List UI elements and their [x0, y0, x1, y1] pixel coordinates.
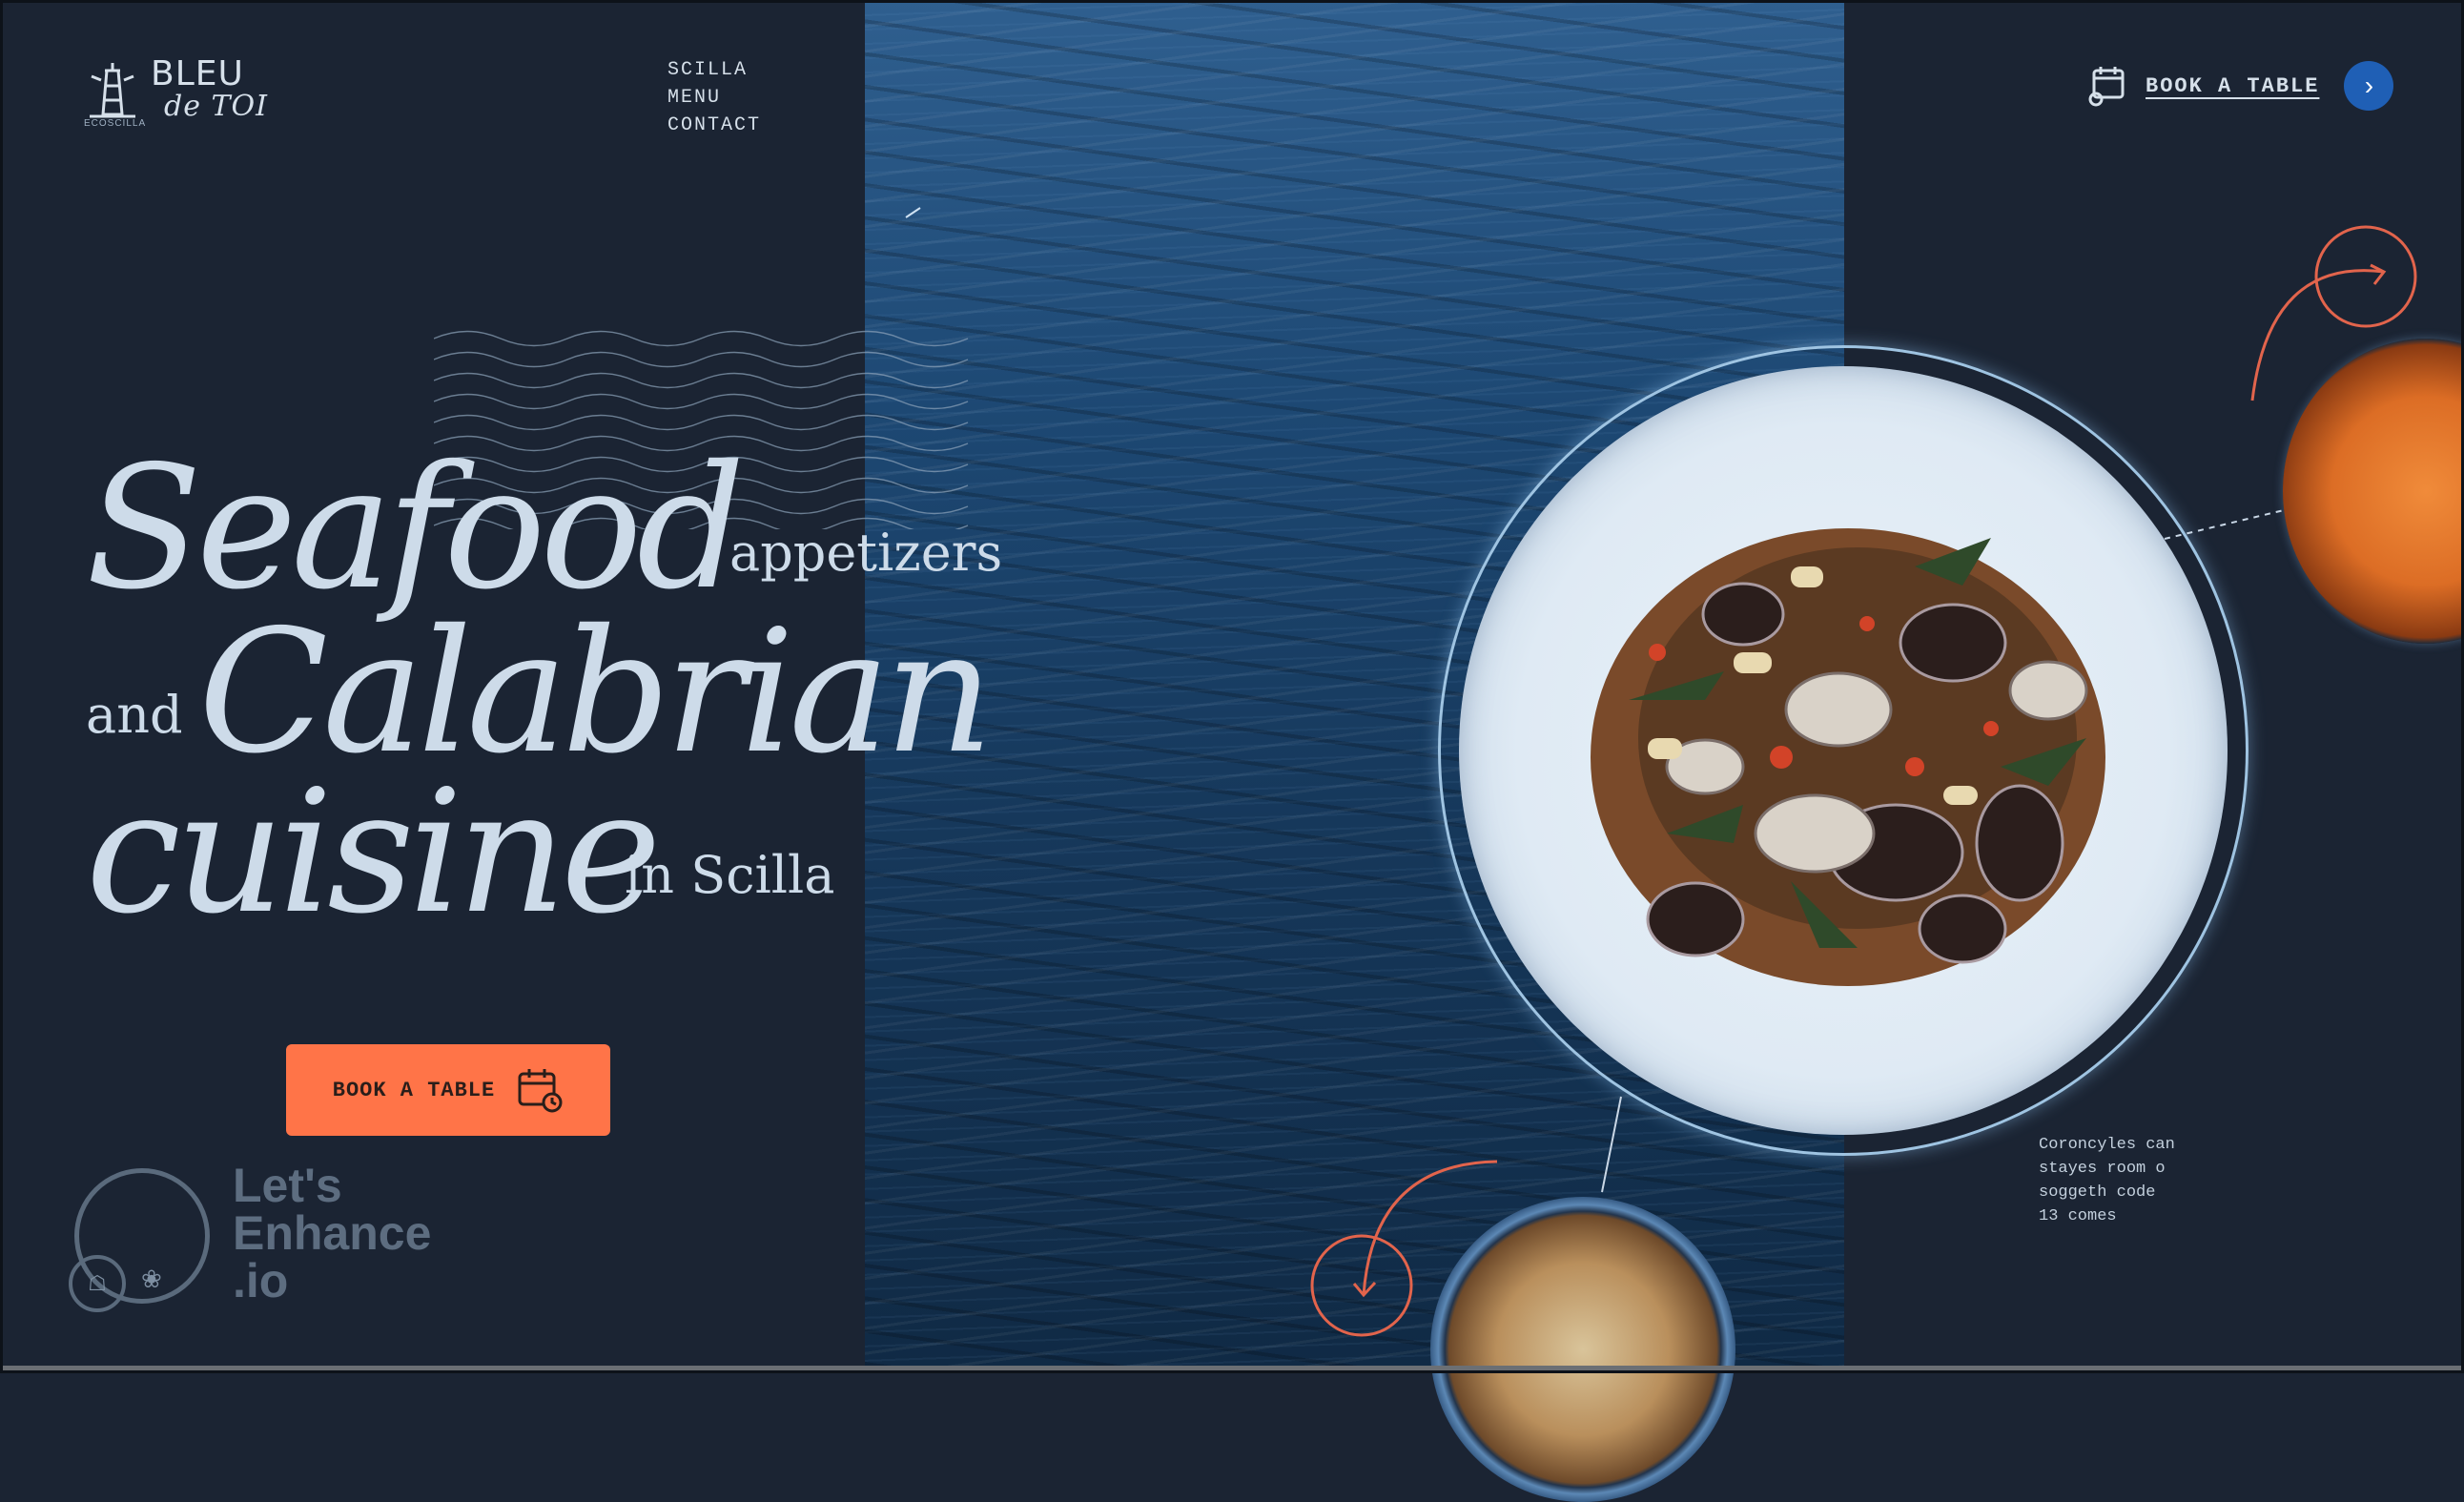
nav-item-contact[interactable]: CONTACT	[667, 114, 761, 136]
brand-name-sub: de TOI	[164, 90, 268, 123]
logo[interactable]: BLEU de TOI	[84, 57, 268, 124]
calendar-icon	[2088, 67, 2125, 107]
headline-in-scilla: in Scilla	[625, 845, 835, 905]
calendar-icon	[518, 1069, 563, 1113]
header-book-table[interactable]: BOOK A TABLE ›	[2086, 61, 2394, 111]
brand-tagline: ECOSCILLA	[84, 118, 147, 129]
caption-line: stayes room o	[2039, 1160, 2166, 1178]
brand-name: BLEU	[151, 54, 244, 93]
bottom-strip	[0, 1366, 2464, 1373]
plate-caption: Coroncyles can stayes room o soggeth cod…	[2039, 1133, 2175, 1228]
watermark-line2: Enhance	[233, 1206, 432, 1260]
headline-and: and	[86, 685, 183, 745]
headline-appetizers: appetizers	[729, 523, 1003, 583]
book-table-label: BOOK A TABLE	[332, 1078, 496, 1102]
rice-plate-image	[1430, 1197, 1735, 1502]
watermark-line3: .io	[233, 1254, 289, 1307]
main-nav: SCILLA MENU CONTACT	[667, 59, 761, 136]
watermark-line1: Let's	[233, 1159, 342, 1212]
nav-item-scilla[interactable]: SCILLA	[667, 59, 761, 81]
clam-pasta-food	[1591, 528, 2105, 986]
lighthouse-icon	[90, 63, 135, 118]
header-book-table-label[interactable]: BOOK A TABLE	[2146, 74, 2319, 98]
watermark-badge-icon: ☖	[69, 1255, 126, 1312]
chevron-right-icon[interactable]: ›	[2344, 61, 2394, 111]
nav-item-menu[interactable]: MENU	[667, 87, 761, 109]
seafood-plate-image	[1459, 366, 2228, 1135]
soup-plate-image	[2283, 339, 2464, 644]
headline-cuisine: cuisine	[86, 753, 662, 951]
watermark-glyph-icon: ❀	[141, 1265, 162, 1293]
book-table-button[interactable]: BOOK A TABLE	[286, 1044, 610, 1136]
caption-line: 13 comes	[2039, 1207, 2117, 1225]
caption-line: Coroncyles can	[2039, 1136, 2175, 1154]
caption-line: soggeth code	[2039, 1183, 2156, 1202]
watermark-logo: Let's Enhance .io	[233, 1162, 431, 1305]
